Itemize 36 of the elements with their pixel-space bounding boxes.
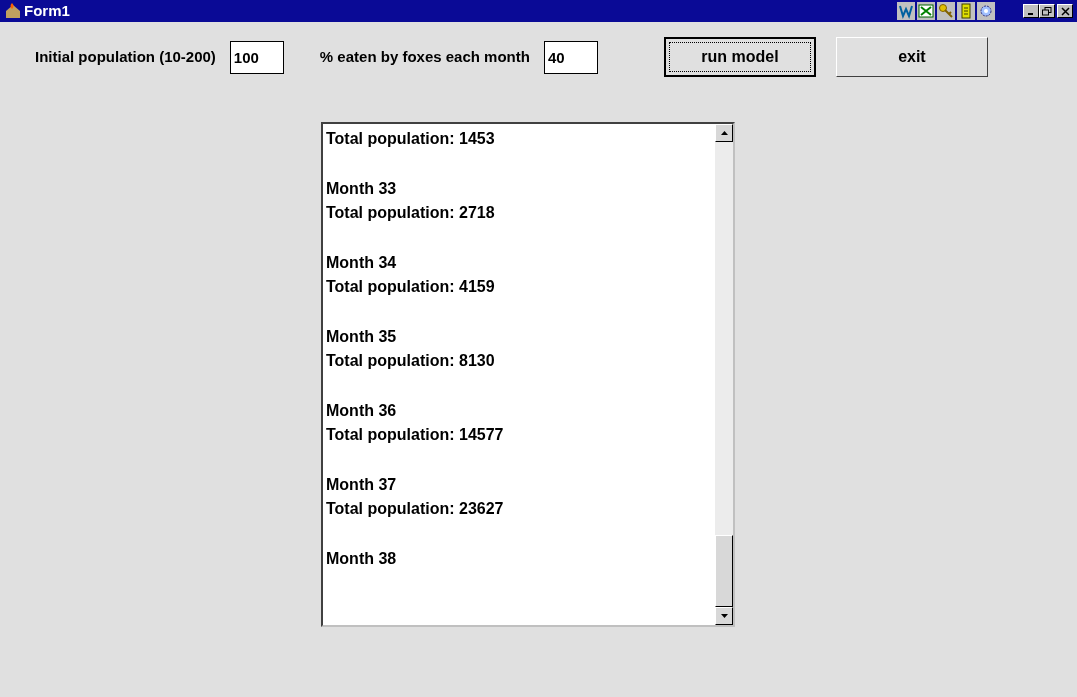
up-arrow-icon	[720, 131, 728, 135]
output-line: Month 36	[326, 401, 398, 421]
output-line: Month 34	[326, 253, 398, 273]
output-line: Month 33	[326, 179, 398, 199]
scrollbar[interactable]	[715, 124, 733, 625]
close-icon	[1060, 6, 1070, 16]
output-line: Total population: 1453	[326, 129, 496, 149]
output-line: Total population: 23627	[326, 499, 505, 519]
document-icon[interactable]	[957, 2, 975, 20]
scroll-up-button[interactable]	[715, 124, 733, 142]
down-arrow-icon	[720, 614, 728, 618]
scroll-down-button[interactable]	[715, 607, 733, 625]
scroll-thumb[interactable]	[715, 535, 733, 607]
input-field[interactable]: 100	[229, 40, 284, 74]
exit-button[interactable]: exit	[835, 37, 988, 77]
minimize-button[interactable]	[1023, 4, 1039, 18]
output-line: Total population: 2718	[326, 203, 496, 223]
field-label: Initial population (10-200)	[35, 46, 216, 67]
restore-button[interactable]	[1039, 4, 1055, 18]
gear-icon[interactable]	[977, 2, 995, 20]
output-line: Total population: 14577	[326, 425, 505, 445]
letter-tool-icon[interactable]	[897, 2, 915, 20]
app-icon	[4, 2, 22, 20]
run-model-button[interactable]: run model	[663, 37, 816, 77]
restore-icon	[1042, 6, 1052, 16]
output-line: Total population: 4159	[326, 277, 496, 297]
output-line: Total population: 8130	[326, 351, 496, 371]
output-line: Month 37	[326, 475, 398, 495]
window-title: Form1	[24, 0, 70, 21]
output-line: Month 35	[326, 327, 398, 347]
output-line: Month 38	[326, 549, 398, 569]
input-field[interactable]: 40	[543, 40, 598, 74]
spreadsheet-icon[interactable]	[917, 2, 935, 20]
close-button[interactable]	[1057, 4, 1073, 18]
field-label: % eaten by foxes each month	[319, 46, 530, 67]
key-icon[interactable]	[937, 2, 955, 20]
